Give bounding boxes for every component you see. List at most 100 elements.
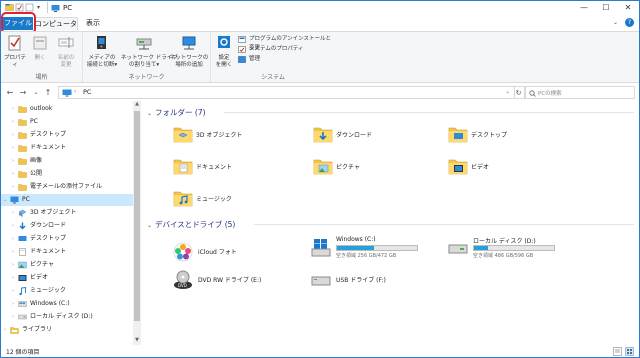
expand-arrow-icon[interactable]: › — [9, 259, 17, 271]
rename-label: 名前の 変更 — [57, 55, 75, 68]
expand-arrow-icon[interactable]: › — [9, 298, 17, 310]
nav-item[interactable]: › デスクトップ — [1, 129, 133, 141]
scroll-down-icon[interactable]: ▼ — [133, 337, 141, 345]
expand-arrow-icon[interactable]: › — [9, 168, 17, 180]
nav-item[interactable]: › ライブラリ — [1, 324, 133, 336]
ribbon-group-label: ネットワーク — [128, 74, 165, 81]
open-button[interactable]: 開く — [29, 35, 51, 62]
nav-scroll-thumb[interactable] — [134, 111, 140, 321]
maximize-button[interactable]: ☐ — [595, 1, 617, 15]
tab-view[interactable]: 表示 — [81, 17, 105, 30]
minimize-button[interactable]: — — [573, 1, 595, 15]
nav-item[interactable]: › デスクトップ — [1, 233, 133, 245]
explorer-window: ▾ PC — ☐ ✕ ファイル コンピューター 表示 ⌄ ? プロパティ 開く — [0, 0, 640, 358]
breadcrumb-chevron-icon[interactable]: › — [74, 88, 76, 95]
music-folder-icon — [173, 191, 193, 207]
address-bar[interactable]: › PC ⌄ — [58, 86, 515, 99]
expand-arrow-icon[interactable]: › — [9, 285, 17, 297]
nav-item[interactable]: › ビデオ — [1, 272, 133, 284]
properties-label: プロパティ — [3, 55, 26, 68]
item-count: 12 個の項目 — [6, 349, 40, 356]
new-folder-quick-icon[interactable] — [25, 3, 34, 12]
up-button[interactable]: ↑ — [43, 87, 53, 98]
collapse-arrow-icon[interactable]: ⌄ — [1, 194, 9, 206]
expand-arrow-icon[interactable]: › — [9, 142, 17, 154]
nav-item[interactable]: › 画像 — [1, 155, 133, 167]
collapse-chevron-icon[interactable]: ⌄ — [147, 222, 152, 229]
refresh-button[interactable]: ↻ — [513, 86, 525, 99]
expand-arrow-icon[interactable]: › — [1, 324, 9, 336]
nav-item[interactable]: › ドキュメント — [1, 142, 133, 154]
back-button[interactable]: ← — [5, 87, 15, 98]
properties-quick-icon[interactable] — [15, 3, 24, 12]
settings-icon — [218, 36, 230, 48]
manage-button[interactable]: 管理 — [238, 55, 260, 64]
nav-item[interactable]: › outlook — [1, 103, 133, 115]
expand-arrow-icon[interactable]: › — [9, 116, 17, 128]
expand-arrow-icon[interactable]: › — [9, 103, 17, 115]
folder-icon — [18, 158, 27, 165]
nav-item[interactable]: › 3D オブジェクト — [1, 207, 133, 219]
breadcrumb-pc[interactable]: PC — [83, 88, 91, 96]
media-connect-button[interactable]: メディアの 接続と切断▾ — [85, 35, 119, 69]
3d-objects-folder-icon — [173, 127, 193, 143]
nav-item[interactable]: › 電子メールの添付ファイル — [1, 181, 133, 193]
forward-button[interactable]: → — [18, 87, 28, 98]
help-icon[interactable]: ? — [625, 18, 634, 27]
expand-arrow-icon[interactable]: › — [9, 181, 17, 193]
nav-item[interactable]: › PC — [1, 116, 133, 128]
tab-file[interactable]: ファイル — [3, 17, 33, 30]
collapse-chevron-icon[interactable]: ⌄ — [147, 110, 152, 117]
customize-quick-access-icon[interactable]: ▾ — [37, 4, 40, 11]
nav-item[interactable]: › ミュージック — [1, 285, 133, 297]
nav-item[interactable]: › Windows (C:) — [1, 298, 133, 310]
expand-arrow-icon[interactable]: › — [9, 155, 17, 167]
large-icons-view-icon[interactable] — [625, 347, 634, 356]
rename-icon — [58, 37, 74, 48]
expand-arrow-icon[interactable]: › — [9, 233, 17, 245]
nav-item-label: 画像 — [30, 157, 43, 164]
nav-item[interactable]: › ローカル ディスク (D:) — [1, 311, 133, 323]
expand-arrow-icon[interactable]: › — [9, 311, 17, 323]
nav-item[interactable]: › ピクチャ — [1, 259, 133, 271]
search-input[interactable]: PCの検索 — [525, 86, 635, 99]
explorer-app-icon[interactable] — [5, 3, 14, 12]
nav-item[interactable]: ⌄ PC — [1, 194, 133, 206]
expand-arrow-icon[interactable]: › — [9, 272, 17, 284]
pc-icon — [10, 196, 19, 204]
uninstall-programs-button[interactable]: プログラムのアンインストールと変更 — [238, 35, 335, 51]
close-button[interactable]: ✕ — [617, 1, 639, 15]
scroll-up-icon[interactable]: ▲ — [133, 101, 141, 109]
drive-label: iCloud フォト — [198, 249, 237, 256]
details-view-icon[interactable] — [613, 347, 622, 356]
navigation-pane: ▲ ▼ › outlook › PC › デスクトップ › ドキュメント › 画像 › 公開 › 電子メー… — [1, 101, 141, 345]
folders-section-header[interactable]: ⌄ フォルダー (7) — [147, 107, 206, 118]
system-properties-button[interactable]: システムのプロパティ — [238, 45, 304, 54]
tab-computer[interactable]: コンピューター — [34, 17, 78, 41]
icloud-photos-icon — [173, 242, 193, 262]
nav-item-label: ビデオ — [30, 274, 49, 281]
open-label: 開く — [34, 55, 46, 61]
drives-section-header[interactable]: ⌄ デバイスとドライブ (5) — [147, 219, 235, 230]
address-history-dropdown-icon[interactable]: ⌄ — [505, 88, 510, 95]
nav-item-label: ドキュメント — [30, 144, 67, 151]
expand-ribbon-icon[interactable]: ⌄ — [613, 19, 618, 26]
nav-item[interactable]: › 公開 — [1, 168, 133, 180]
nav-item[interactable]: › ドキュメント — [1, 246, 133, 258]
folder-icon — [18, 145, 27, 152]
recent-locations-button[interactable]: ⌄ — [31, 87, 41, 98]
rename-button[interactable]: 名前の 変更 — [53, 35, 79, 69]
expand-arrow-icon[interactable]: › — [9, 220, 17, 232]
expand-arrow-icon[interactable]: › — [9, 129, 17, 141]
add-network-location-button[interactable]: ネットワークの 場所の追加 — [169, 35, 209, 69]
expand-arrow-icon[interactable]: › — [9, 207, 17, 219]
add-network-location-label: ネットワークの 場所の追加 — [169, 55, 209, 68]
map-network-drive-button[interactable]: ネットワーク ドライブ の割り当て▾ — [121, 35, 178, 69]
expand-arrow-icon[interactable]: › — [9, 246, 17, 258]
open-settings-button[interactable]: 設定 を開く — [213, 35, 235, 69]
nav-scrollbar[interactable]: ▲ ▼ — [133, 101, 141, 345]
nav-item[interactable]: › ダウンロード — [1, 220, 133, 232]
properties-button[interactable]: プロパティ — [3, 35, 27, 69]
media-connect-label: メディアの 接続と切断▾ — [86, 55, 118, 68]
ribbon-group-system: 設定 を開く プログラムのアンインストールと変更 システムのプロパティ 管理 シ… — [211, 32, 335, 82]
